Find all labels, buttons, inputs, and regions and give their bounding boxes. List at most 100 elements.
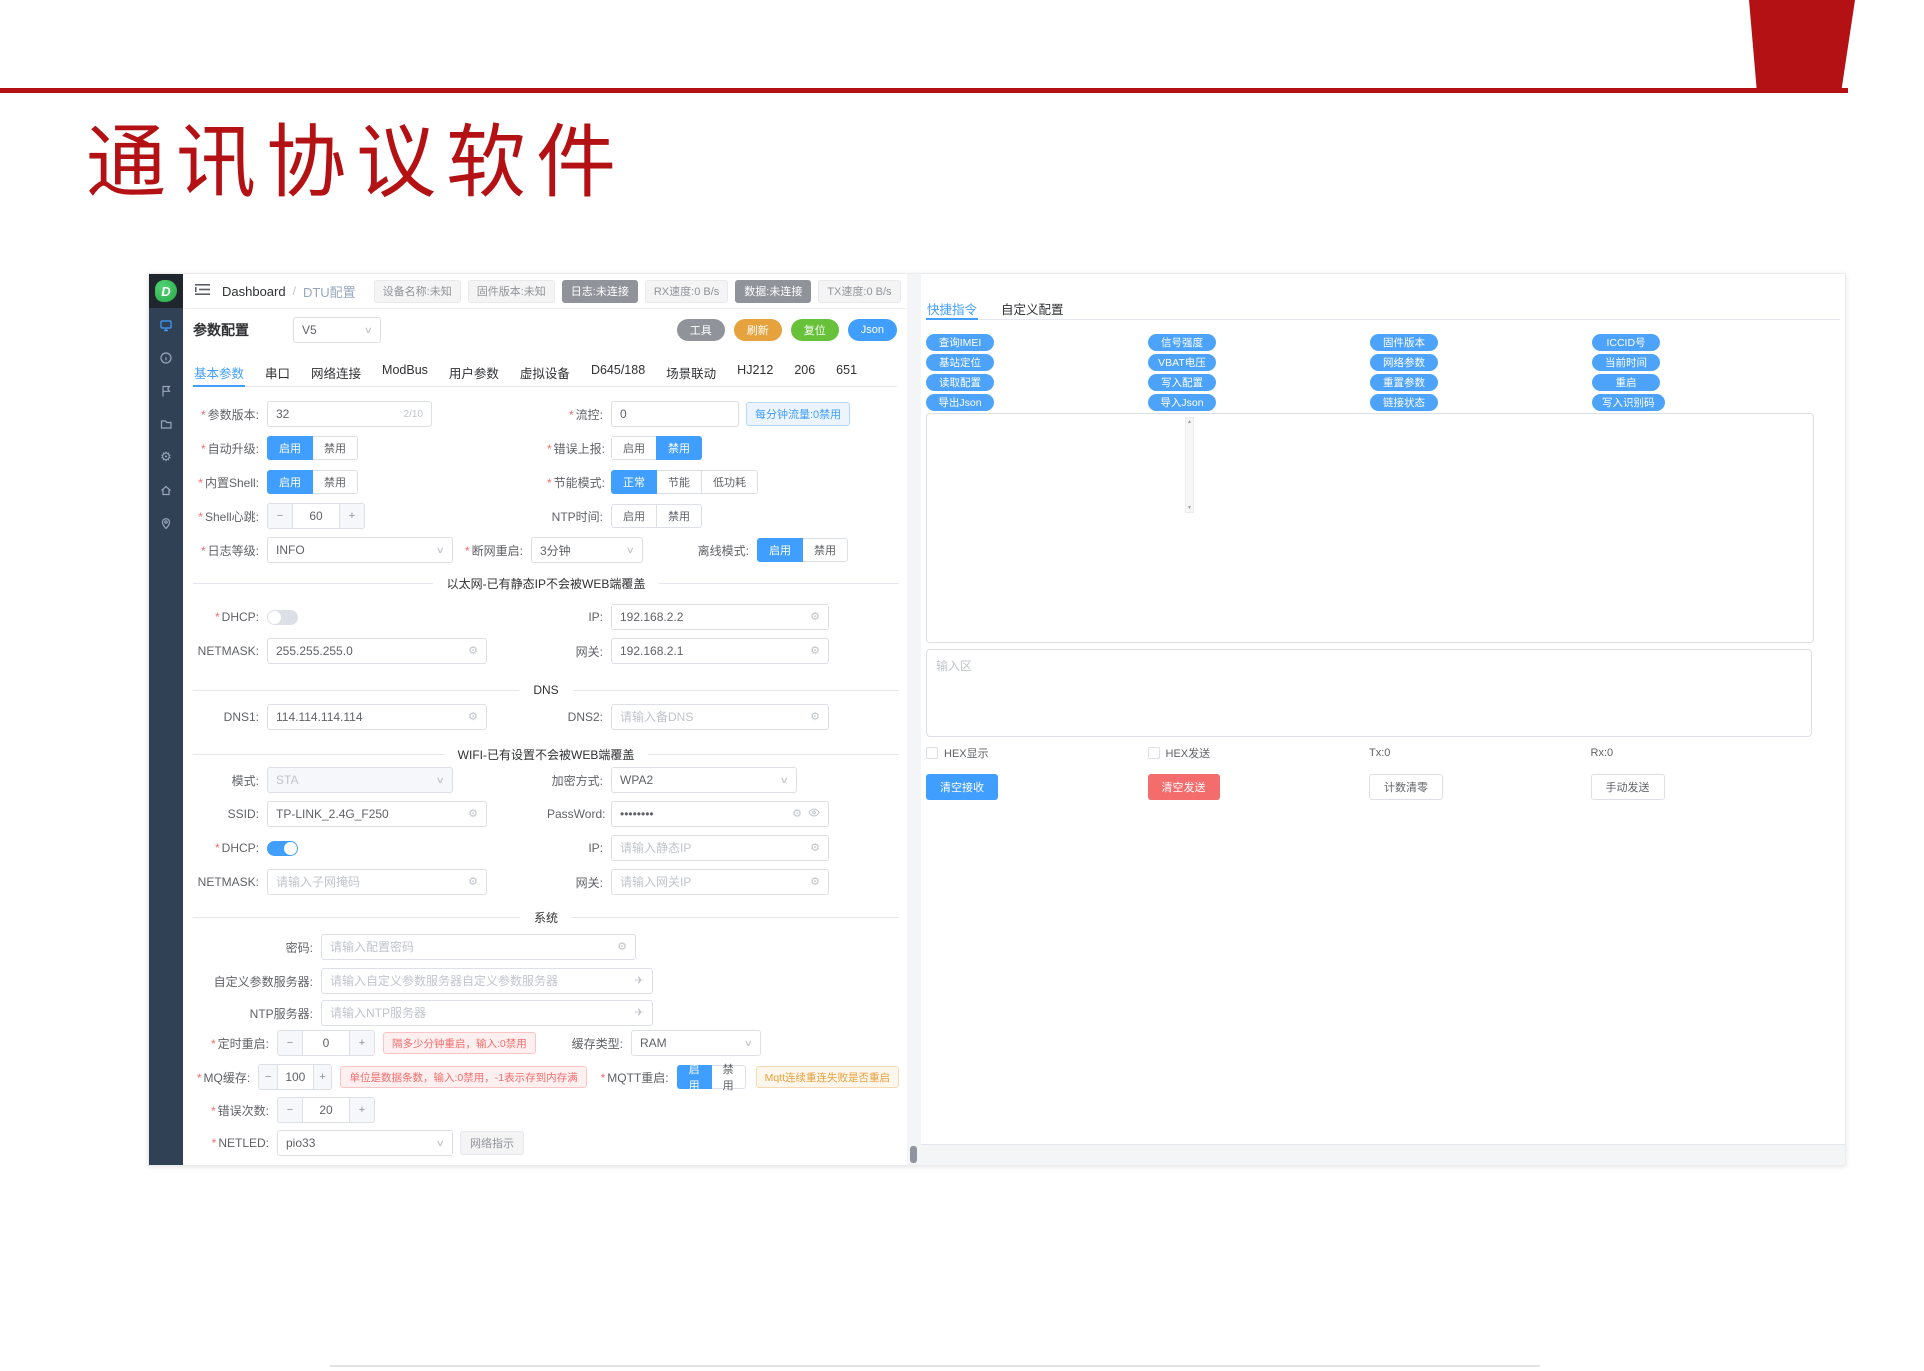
- hamburger-icon[interactable]: [195, 283, 210, 299]
- wifi-encryption-select[interactable]: WPA2∨: [611, 767, 797, 793]
- gear-icon[interactable]: ⚙: [792, 809, 802, 820]
- quick-command-button[interactable]: 读取配置: [926, 374, 994, 391]
- pane-scrollbar-track[interactable]: [907, 274, 921, 1165]
- gear-icon[interactable]: ⚙: [468, 712, 478, 723]
- netled-select[interactable]: pio33∨: [277, 1130, 453, 1156]
- command-tab[interactable]: 自定义配置: [1000, 292, 1065, 319]
- gear-icon[interactable]: ⚙: [617, 942, 627, 953]
- flow-control-input[interactable]: [611, 401, 739, 427]
- config-tab[interactable]: 场景联动: [665, 356, 717, 386]
- quick-command-button[interactable]: 重启: [1592, 374, 1660, 391]
- config-tab[interactable]: 651: [835, 356, 858, 386]
- gear-icon[interactable]: ⚙: [468, 877, 478, 888]
- config-tab[interactable]: 用户参数: [448, 356, 500, 386]
- quick-command-button[interactable]: 查询IMEI: [926, 334, 994, 351]
- gear-icon[interactable]: ⚙: [810, 646, 820, 657]
- minus-button[interactable]: −: [268, 504, 293, 528]
- sidebar-item-home[interactable]: [149, 473, 183, 506]
- ssid-input[interactable]: ⚙: [267, 801, 487, 827]
- gear-icon[interactable]: ⚙: [468, 809, 478, 820]
- sidebar-item-location[interactable]: [149, 506, 183, 539]
- send-input[interactable]: [926, 649, 1812, 737]
- plus-button[interactable]: +: [313, 1065, 332, 1089]
- gear-icon[interactable]: ⚙: [810, 712, 820, 723]
- quick-command-button[interactable]: ICCID号: [1592, 334, 1660, 351]
- plus-button[interactable]: +: [349, 1098, 374, 1122]
- sidebar-item-folder[interactable]: [149, 407, 183, 440]
- scroll-down-icon[interactable]: ▼: [1187, 505, 1192, 511]
- action-button[interactable]: 计数清零: [1369, 774, 1443, 800]
- quick-command-button[interactable]: 导入Json: [1148, 394, 1216, 411]
- gear-icon[interactable]: ⚙: [810, 612, 820, 623]
- sidebar-item-monitor[interactable]: [149, 308, 183, 341]
- sidebar-item-info[interactable]: [149, 341, 183, 374]
- hex-send-checkbox[interactable]: [1148, 747, 1160, 759]
- wifi-dhcp-toggle[interactable]: [267, 841, 298, 856]
- output-scrollbar[interactable]: ▲ ▼: [1185, 417, 1194, 513]
- version-select[interactable]: V5 ∨: [293, 317, 381, 343]
- quick-command-button[interactable]: 网络参数: [1370, 354, 1438, 371]
- ntp-server-input[interactable]: ✈: [321, 1000, 653, 1026]
- scroll-up-icon[interactable]: ▲: [1187, 419, 1192, 425]
- minus-button[interactable]: −: [259, 1065, 278, 1089]
- quick-command-button[interactable]: 当前时间: [1592, 354, 1660, 371]
- quick-command-button[interactable]: 重置参数: [1370, 374, 1438, 391]
- quick-command-button[interactable]: 链接状态: [1370, 394, 1438, 411]
- breadcrumb-root[interactable]: Dashboard: [222, 284, 286, 299]
- gear-icon[interactable]: ⚙: [810, 843, 820, 854]
- config-tab[interactable]: D645/188: [590, 356, 646, 386]
- config-tab[interactable]: 串口: [264, 356, 291, 386]
- sidebar-item-flag[interactable]: [149, 374, 183, 407]
- minus-button[interactable]: −: [278, 1031, 303, 1055]
- config-tab[interactable]: 206: [793, 356, 816, 386]
- wifi-mode-select[interactable]: STA∨: [267, 767, 453, 793]
- custom-param-server-input[interactable]: ✈: [321, 968, 653, 994]
- action-button[interactable]: 手动发送: [1591, 774, 1665, 800]
- action-button[interactable]: 清空发送: [1148, 774, 1220, 800]
- quick-command-button[interactable]: 写入配置: [1148, 374, 1216, 391]
- quick-command-button[interactable]: 基站定位: [926, 354, 994, 371]
- send-icon[interactable]: ✈: [635, 976, 644, 987]
- command-tab[interactable]: 快捷指令: [926, 292, 978, 319]
- eth-dhcp-toggle[interactable]: [267, 610, 298, 625]
- sidebar-item-settings[interactable]: ⚙: [149, 440, 183, 473]
- wifi-netmask-input[interactable]: ⚙: [267, 869, 487, 895]
- gear-icon[interactable]: ⚙: [468, 646, 478, 657]
- send-icon[interactable]: ✈: [635, 1008, 644, 1019]
- hex-view-checkbox[interactable]: [926, 747, 938, 759]
- flow-limit-button[interactable]: 每分钟流量:0禁用: [746, 402, 850, 426]
- action-button[interactable]: 清空接收: [926, 774, 998, 800]
- eye-icon[interactable]: [808, 808, 820, 820]
- config-tab[interactable]: 基本参数: [193, 356, 245, 386]
- wifi-password-input[interactable]: ⚙: [611, 801, 829, 827]
- config-tab[interactable]: 网络连接: [310, 356, 362, 386]
- toolbar-button[interactable]: 复位: [791, 319, 839, 341]
- quick-command-button[interactable]: 固件版本: [1370, 334, 1438, 351]
- toolbar-button[interactable]: 工具: [677, 319, 725, 341]
- quick-command-button[interactable]: 写入识别码: [1592, 394, 1665, 411]
- wifi-gateway-input[interactable]: ⚙: [611, 869, 829, 895]
- config-password-input[interactable]: ⚙: [321, 934, 636, 960]
- wifi-ip-input[interactable]: ⚙: [611, 835, 829, 861]
- pane-scrollbar-thumb[interactable]: [910, 1146, 917, 1163]
- param-version-input[interactable]: 2/10: [267, 401, 432, 427]
- net-reboot-select[interactable]: 3分钟∨: [531, 537, 643, 563]
- dns2-input[interactable]: ⚙: [611, 704, 829, 730]
- plus-button[interactable]: +: [349, 1031, 374, 1055]
- eth-gateway-input[interactable]: ⚙: [611, 638, 829, 664]
- dns1-input[interactable]: ⚙: [267, 704, 487, 730]
- toolbar-button[interactable]: Json: [848, 319, 897, 341]
- cache-type-select[interactable]: RAM∨: [631, 1030, 761, 1056]
- quick-command-button[interactable]: 信号强度: [1148, 334, 1216, 351]
- eth-ip-input[interactable]: ⚙: [611, 604, 829, 630]
- minus-button[interactable]: −: [278, 1098, 303, 1122]
- config-tab[interactable]: HJ212: [736, 356, 774, 386]
- quick-command-button[interactable]: 导出Json: [926, 394, 994, 411]
- eth-netmask-input[interactable]: ⚙: [267, 638, 487, 664]
- toolbar-button[interactable]: 刷新: [734, 319, 782, 341]
- gear-icon[interactable]: ⚙: [810, 877, 820, 888]
- quick-command-button[interactable]: VBAT电压: [1148, 354, 1216, 371]
- net-indicator-tag[interactable]: 网络指示: [460, 1131, 524, 1155]
- config-tab[interactable]: ModBus: [381, 356, 429, 386]
- plus-button[interactable]: +: [339, 504, 364, 528]
